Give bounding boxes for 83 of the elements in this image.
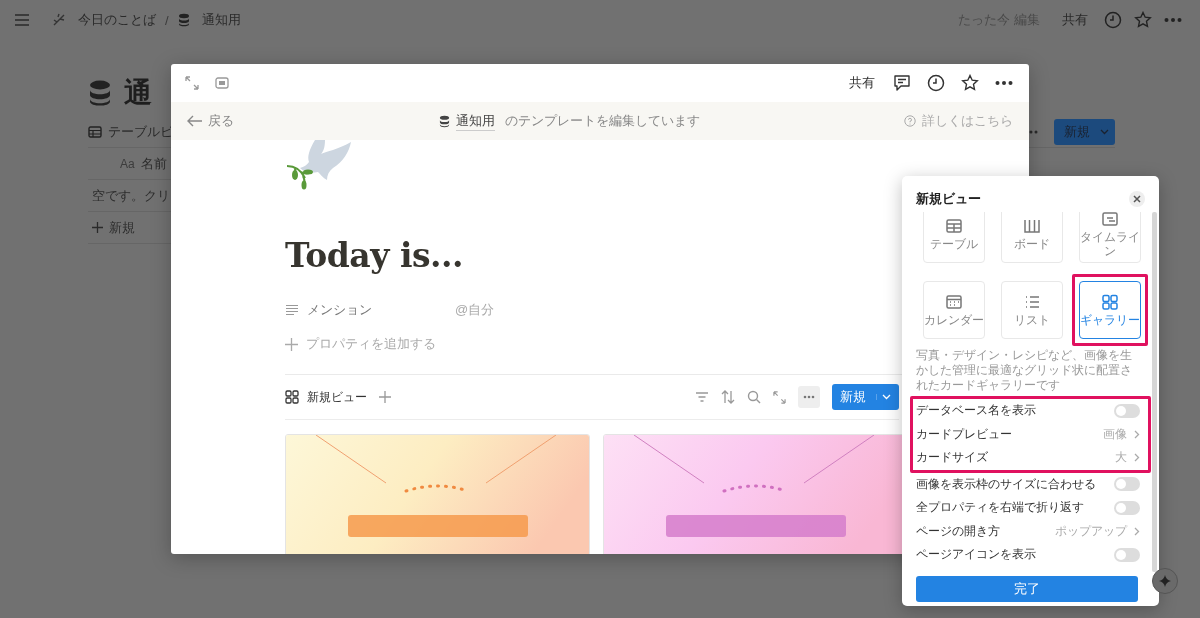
sparkle-button[interactable] bbox=[1152, 568, 1178, 594]
view-description: 写真・デザイン・レシピなど、画像を生かした管理に最適なグリッド状に配置されたカードギャラリーです bbox=[916, 348, 1133, 393]
clock-icon[interactable] bbox=[927, 74, 945, 92]
chevron-down-icon bbox=[1100, 129, 1109, 135]
database-icon bbox=[177, 13, 190, 27]
help-link[interactable]: 詳しくはこちら bbox=[922, 112, 1013, 130]
view-type-option[interactable]: テーブル bbox=[923, 212, 985, 263]
text-lines-icon bbox=[285, 304, 299, 316]
search-icon[interactable] bbox=[747, 390, 761, 404]
plus-icon[interactable] bbox=[92, 222, 103, 233]
setting-label: 全プロパティを右端で折り返す bbox=[916, 499, 1085, 517]
view-type-option[interactable]: ボード bbox=[1001, 212, 1063, 263]
setting-label: 画像を表示枠のサイズに合わせる bbox=[916, 475, 1097, 493]
share-button[interactable]: 共有 bbox=[845, 72, 879, 94]
breadcrumb-separator: / bbox=[165, 12, 169, 28]
page-title[interactable]: Today is... bbox=[285, 236, 463, 275]
template-notice: のテンプレートを編集しています bbox=[504, 112, 700, 130]
share-button[interactable]: 共有 bbox=[1058, 9, 1092, 31]
database-link[interactable]: 通知用 bbox=[455, 111, 495, 131]
timeline-icon bbox=[1101, 212, 1119, 227]
more-icon[interactable] bbox=[995, 80, 1013, 86]
table-icon bbox=[945, 217, 963, 234]
sparkle-icon bbox=[1159, 575, 1171, 587]
toggle-switch[interactable] bbox=[1114, 403, 1140, 418]
peek-mode-icon[interactable] bbox=[215, 77, 229, 89]
table-icon bbox=[88, 126, 102, 138]
expand-icon[interactable] bbox=[773, 390, 786, 404]
plus-icon[interactable] bbox=[379, 391, 391, 403]
new-button[interactable]: 新規 bbox=[832, 384, 899, 410]
star-icon[interactable] bbox=[961, 74, 979, 92]
add-property-link[interactable]: プロパティを追加する bbox=[306, 335, 436, 353]
property-label[interactable]: メンション bbox=[307, 301, 447, 319]
new-button[interactable]: 新規 bbox=[1054, 119, 1115, 145]
arrow-left-icon bbox=[187, 115, 203, 127]
help-icon bbox=[904, 115, 916, 127]
setting-label: データベース名を表示 bbox=[916, 402, 1037, 420]
view-type-option[interactable]: リスト bbox=[1001, 281, 1063, 339]
toggle-switch[interactable] bbox=[1114, 547, 1140, 562]
view-tab[interactable]: 新規ビュー bbox=[307, 388, 367, 406]
property-value[interactable]: @自分 bbox=[455, 301, 495, 319]
chevron-right-icon bbox=[1134, 453, 1140, 463]
column-header[interactable]: 名前 bbox=[140, 154, 167, 173]
view-type-option[interactable]: ギャラリー bbox=[1079, 281, 1141, 339]
empty-message: 空です。クリ bbox=[92, 186, 170, 205]
page-title: 通 bbox=[124, 76, 152, 110]
database-icon bbox=[438, 114, 450, 128]
chevron-down-icon[interactable] bbox=[882, 394, 891, 400]
setting-label: カードサイズ bbox=[916, 449, 989, 467]
more-icon bbox=[803, 395, 815, 399]
more-button[interactable] bbox=[798, 386, 820, 408]
plus-icon[interactable] bbox=[285, 337, 298, 351]
view-type-option[interactable]: カレンダー bbox=[923, 281, 985, 339]
chevron-right-icon bbox=[1134, 429, 1140, 439]
breadcrumb-link[interactable]: 今日のことば bbox=[78, 11, 156, 29]
comment-icon[interactable] bbox=[893, 74, 911, 92]
new-row-link[interactable]: 新規 bbox=[109, 218, 135, 237]
setting-select[interactable]: 大 bbox=[1115, 449, 1140, 467]
gallery-icon bbox=[1101, 293, 1119, 310]
view-type-option[interactable]: タイムライン bbox=[1079, 212, 1141, 263]
gallery-icon bbox=[285, 390, 299, 404]
done-button[interactable]: 完了 bbox=[916, 576, 1138, 602]
breadcrumb-link[interactable]: 通知用 bbox=[201, 11, 241, 29]
chevron-right-icon bbox=[1134, 526, 1140, 536]
close-button[interactable] bbox=[1129, 191, 1145, 207]
panel-title: 新規ビュー bbox=[916, 190, 982, 208]
sort-icon[interactable] bbox=[721, 390, 735, 404]
star-icon[interactable] bbox=[1134, 11, 1152, 29]
menu-icon[interactable] bbox=[14, 13, 30, 27]
setting-label: カードプレビュー bbox=[916, 425, 1013, 443]
toggle-switch[interactable] bbox=[1114, 500, 1140, 515]
setting-select[interactable]: 画像 bbox=[1103, 425, 1140, 443]
back-button[interactable]: 戻る bbox=[187, 112, 234, 130]
setting-select[interactable]: ポップアップ bbox=[1055, 522, 1140, 540]
filter-icon[interactable] bbox=[695, 391, 709, 403]
list-icon bbox=[1023, 293, 1041, 310]
calendar-icon bbox=[945, 293, 963, 310]
board-icon bbox=[1023, 217, 1041, 234]
toggle-switch[interactable] bbox=[1114, 477, 1140, 492]
setting-label: ページの開き方 bbox=[916, 522, 1001, 540]
close-icon bbox=[1133, 195, 1141, 203]
expand-icon[interactable] bbox=[185, 76, 199, 90]
database-icon bbox=[88, 79, 112, 107]
setting-label: ページアイコンを表示 bbox=[916, 546, 1037, 564]
